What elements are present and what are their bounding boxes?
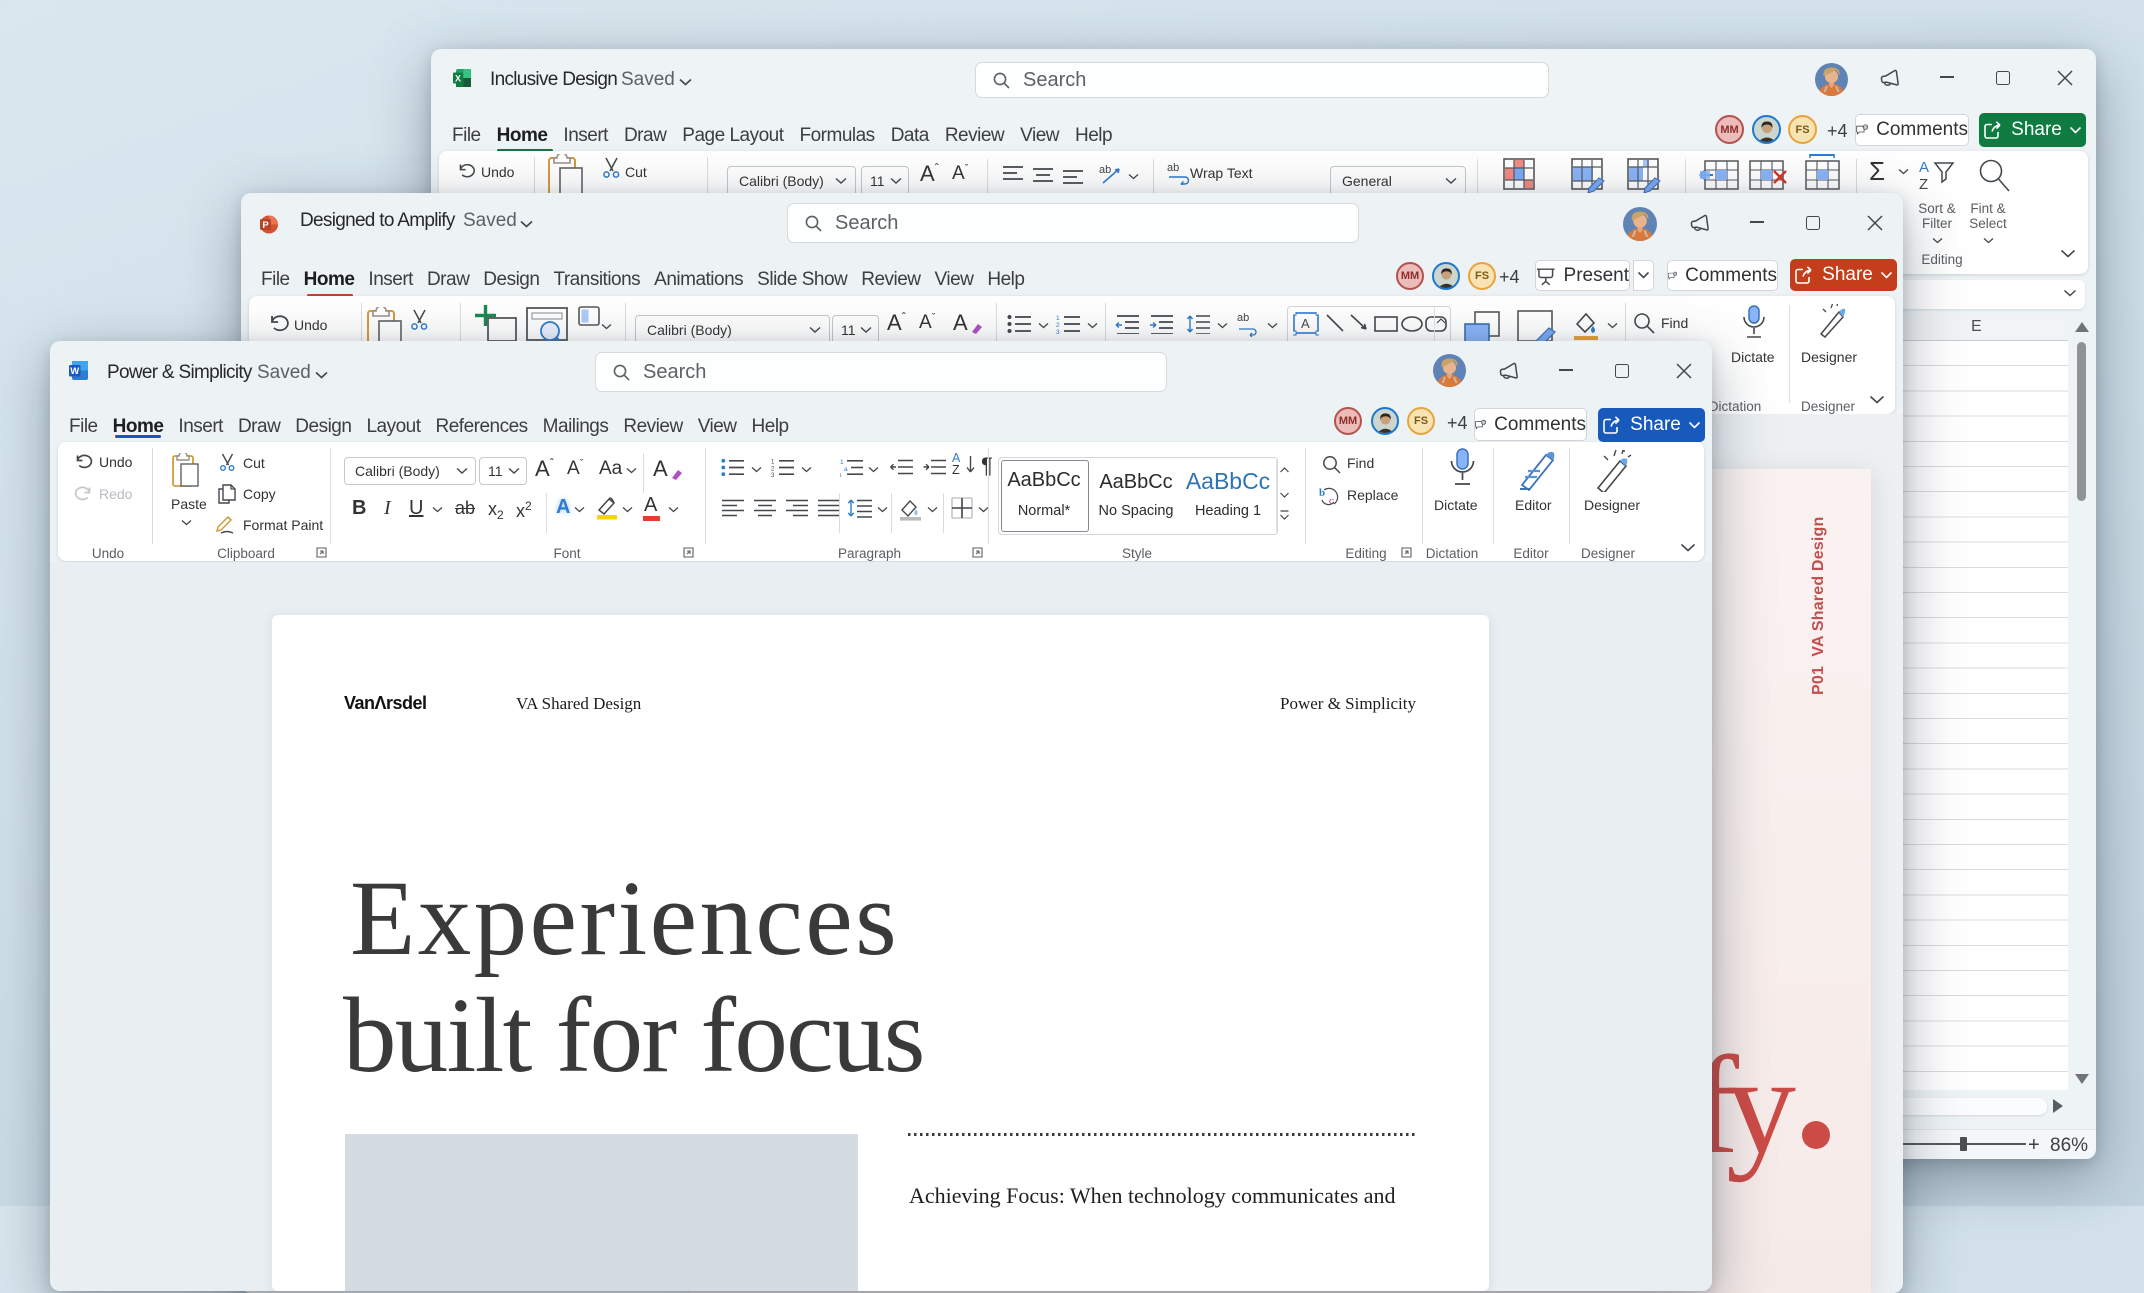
svg-text:i: i [840, 473, 841, 478]
svg-text:W: W [70, 366, 79, 377]
svg-text:2: 2 [771, 467, 775, 473]
svg-text:ab: ab [1237, 312, 1249, 324]
svg-text:@: @ [1482, 419, 1486, 424]
svg-text:A: A [1301, 316, 1310, 331]
svg-text:X: X [455, 73, 461, 83]
svg-text:2: 2 [1056, 322, 1060, 329]
svg-text:3: 3 [771, 473, 775, 477]
svg-text:a: a [844, 466, 848, 473]
svg-text:1: 1 [1056, 315, 1060, 322]
svg-text:1: 1 [771, 460, 775, 466]
svg-text:ab: ab [1099, 164, 1111, 176]
svg-text:1: 1 [840, 459, 844, 466]
svg-text:b: b [1319, 487, 1325, 499]
svg-text:@: @ [1863, 125, 1868, 130]
svg-text:P: P [262, 220, 269, 231]
svg-text:@: @ [1673, 272, 1677, 276]
svg-text:3: 3 [1056, 329, 1060, 334]
svg-text:ab: ab [1167, 162, 1179, 174]
